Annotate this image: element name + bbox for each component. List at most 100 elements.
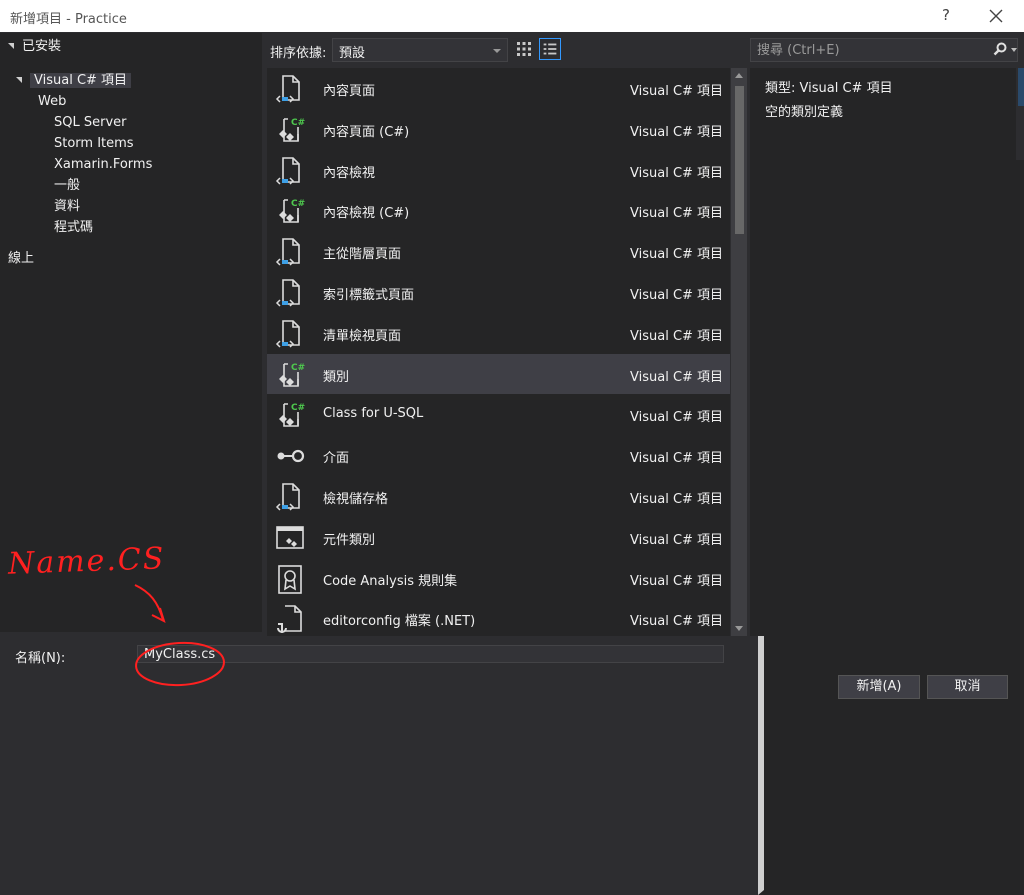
page-icon bbox=[274, 155, 306, 187]
tree-node-xamarin-forms[interactable]: Xamarin.Forms bbox=[54, 155, 152, 175]
svg-text:C#: C# bbox=[291, 363, 305, 373]
name-input[interactable] bbox=[137, 645, 724, 663]
csharp-class-icon: C# bbox=[274, 195, 306, 227]
csharp-class-icon: C# bbox=[274, 114, 306, 146]
template-type: Visual C# 項目 bbox=[630, 328, 724, 344]
help-button[interactable]: ? bbox=[936, 6, 956, 24]
expand-down-icon bbox=[16, 76, 22, 83]
template-item[interactable]: editorconfig 檔案 (.NET) Visual C# 項目 bbox=[267, 598, 730, 636]
template-name: 內容頁面 (C#) bbox=[323, 124, 410, 140]
template-item[interactable]: 清單檢視頁面 Visual C# 項目 bbox=[267, 313, 730, 353]
details-pane: 類型: Visual C# 項目 空的類別定義 bbox=[750, 68, 1016, 636]
template-type: Visual C# 項目 bbox=[630, 573, 724, 589]
template-type: Visual C# 項目 bbox=[630, 369, 724, 385]
ruleset-icon bbox=[274, 563, 306, 595]
annotation-text: Name.CS bbox=[7, 541, 166, 582]
sort-label: 排序依據: bbox=[270, 46, 327, 61]
list-view-icon[interactable] bbox=[539, 38, 561, 60]
tree-node-storm-items[interactable]: Storm Items bbox=[54, 134, 134, 154]
template-item[interactable]: C# 內容檢視 (C#) Visual C# 項目 bbox=[267, 190, 730, 230]
tree-node-selected-label: Visual C# 項目 bbox=[30, 73, 132, 88]
template-name: 索引標籤式頁面 bbox=[323, 288, 415, 303]
page-icon bbox=[274, 318, 306, 350]
template-name: 元件類別 bbox=[323, 532, 376, 548]
template-list-scrollbar[interactable] bbox=[731, 68, 747, 636]
template-type: Visual C# 項目 bbox=[630, 492, 724, 507]
tree-node-installed-label: 已安裝 bbox=[22, 39, 62, 54]
tree-node-web[interactable]: Web bbox=[38, 92, 1024, 738]
scroll-down-icon[interactable] bbox=[735, 626, 743, 631]
template-name: 類別 bbox=[323, 369, 350, 385]
template-name: 介面 bbox=[323, 451, 350, 467]
tree-node-sql-server[interactable]: SQL Server bbox=[54, 113, 127, 133]
search-input[interactable] bbox=[755, 41, 979, 59]
template-name: 內容頁面 bbox=[323, 84, 376, 99]
sort-value: 預設 bbox=[339, 46, 366, 61]
expand-down-icon bbox=[8, 42, 14, 49]
tree-node-general[interactable]: 一般 bbox=[54, 176, 80, 196]
tree-node-code[interactable]: 程式碼 bbox=[54, 218, 93, 238]
details-type-value: Visual C# 項目 bbox=[799, 81, 893, 96]
csharp-class-icon: C# bbox=[274, 399, 306, 431]
template-item[interactable]: 元件類別 Visual C# 項目 bbox=[267, 517, 730, 557]
page-icon bbox=[274, 277, 306, 309]
grid-view-icon[interactable] bbox=[513, 38, 535, 60]
details-type-label: 類型: bbox=[765, 81, 796, 96]
template-item[interactable]: C# 類別 Visual C# 項目 bbox=[267, 353, 730, 394]
details-description: 空的類別定義 bbox=[765, 105, 844, 120]
template-list: 內容頁面 Visual C# 項目 C# 內容頁面 (C#) Visual C# 項目內… bbox=[267, 68, 730, 636]
editorconfig-icon bbox=[274, 603, 306, 635]
svg-text:C#: C# bbox=[291, 199, 305, 209]
name-label: 名稱(N): bbox=[15, 651, 66, 666]
template-item[interactable]: C# Class for U-SQL Visual C# 項目 bbox=[267, 394, 730, 434]
template-type: Visual C# 項目 bbox=[630, 451, 724, 467]
template-type: Visual C# 項目 bbox=[630, 247, 724, 263]
tree-node-online-label: 線上 bbox=[8, 251, 35, 266]
scroll-up-icon[interactable] bbox=[735, 73, 743, 78]
template-name: Code Analysis 規則集 bbox=[323, 573, 458, 589]
interface-icon bbox=[274, 440, 306, 472]
template-item[interactable]: Code Analysis 規則集 Visual C# 項目 bbox=[267, 558, 730, 598]
template-item[interactable]: 檢視儲存格 Visual C# 項目 bbox=[267, 476, 730, 516]
template-item[interactable]: 介面 Visual C# 項目 bbox=[267, 435, 730, 475]
template-type: Visual C# 項目 bbox=[630, 165, 724, 181]
template-item[interactable]: 內容頁面 Visual C# 項目 bbox=[267, 68, 730, 108]
template-type: Visual C# 項目 bbox=[630, 614, 724, 630]
search-box[interactable] bbox=[750, 38, 1018, 62]
tree-node-online[interactable]: 線上 bbox=[8, 249, 1024, 895]
template-type: Visual C# 項目 bbox=[630, 206, 724, 222]
template-item[interactable]: C# 內容頁面 (C#) Visual C# 項目 bbox=[267, 109, 730, 149]
sort-dropdown[interactable]: 預設 bbox=[332, 38, 508, 62]
template-name: 內容檢視 (C#) bbox=[323, 206, 410, 222]
component-icon bbox=[274, 522, 306, 554]
template-type: Visual C# 項目 bbox=[630, 532, 724, 548]
svg-text:C#: C# bbox=[291, 403, 305, 413]
details-type: 類型: Visual C# 項目 bbox=[765, 77, 893, 96]
template-name: 清單檢視頁面 bbox=[323, 328, 402, 344]
close-icon[interactable] bbox=[984, 6, 1008, 26]
add-button[interactable]: 新增(A) bbox=[838, 675, 920, 699]
template-name: 內容檢視 bbox=[323, 165, 376, 181]
template-name: editorconfig 檔案 (.NET) bbox=[323, 614, 476, 630]
search-options-icon[interactable] bbox=[1011, 48, 1017, 52]
tree-node-visual-csharp[interactable]: Visual C# 項目 bbox=[16, 71, 132, 91]
tree-node-installed[interactable]: 已安裝 bbox=[8, 37, 61, 57]
page-icon bbox=[274, 73, 306, 105]
tree-node-data[interactable]: 資料 bbox=[54, 197, 80, 217]
title-bar: 新增項目 - Practice ? bbox=[0, 0, 1024, 32]
template-item[interactable]: 索引標籤式頁面 Visual C# 項目 bbox=[267, 272, 730, 312]
scrollbar-thumb[interactable] bbox=[735, 86, 744, 234]
template-name: 檢視儲存格 bbox=[323, 492, 389, 507]
page-icon bbox=[274, 481, 306, 513]
template-item[interactable]: 主從階層頁面 Visual C# 項目 bbox=[267, 231, 730, 271]
search-icon[interactable] bbox=[993, 42, 1007, 56]
cancel-button[interactable]: 取消 bbox=[927, 675, 1008, 699]
template-item[interactable]: 內容檢視 Visual C# 項目 bbox=[267, 150, 730, 190]
window-title: 新增項目 - Practice bbox=[10, 12, 127, 27]
template-type: Visual C# 項目 bbox=[630, 84, 724, 99]
template-name: Class for U-SQL bbox=[323, 406, 424, 422]
template-type: Visual C# 項目 bbox=[630, 124, 724, 140]
template-name: 主從階層頁面 bbox=[323, 247, 402, 263]
window-edge-accent bbox=[1018, 68, 1024, 106]
template-type: Visual C# 項目 bbox=[630, 410, 724, 426]
